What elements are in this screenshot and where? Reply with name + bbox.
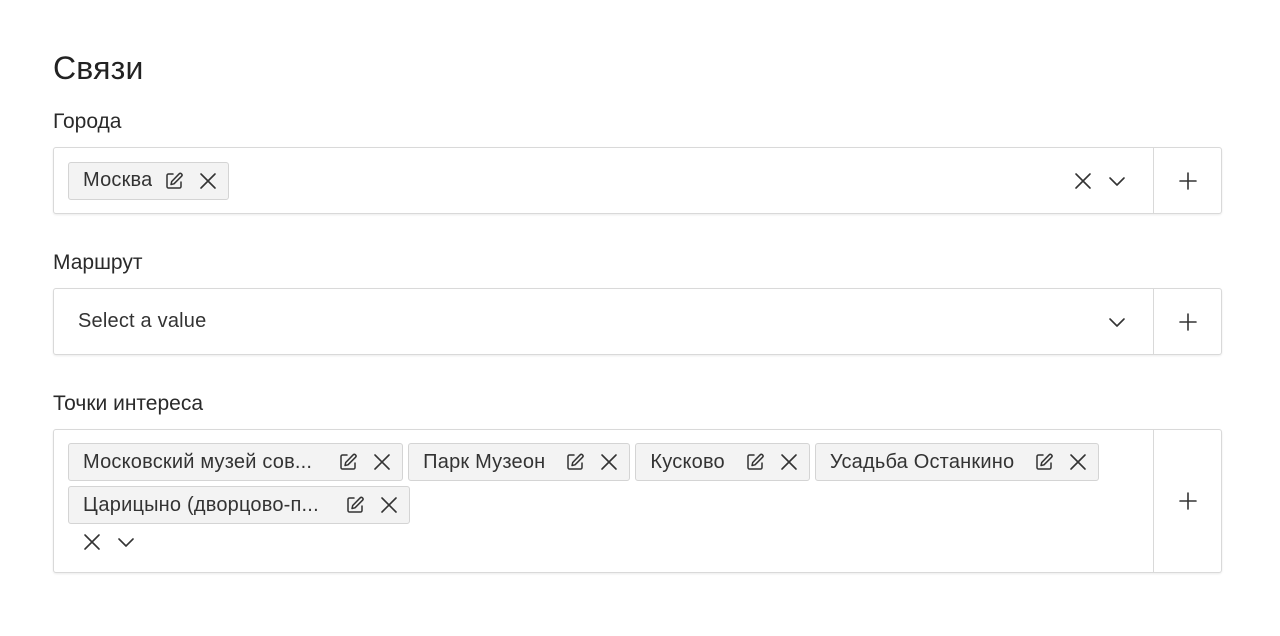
plus-icon — [1178, 492, 1197, 510]
chip-label: Усадьба Останкино — [829, 450, 1015, 473]
add-route-button[interactable] — [1153, 289, 1221, 354]
close-icon[interactable] — [196, 169, 220, 193]
poi-chip: Московский музей сов... — [68, 443, 404, 481]
route-select-main[interactable]: Select a value — [54, 289, 1153, 354]
cities-controls — [1071, 169, 1129, 193]
poi-select-main[interactable]: Московский музей сов... Парк Музеон Куск — [54, 430, 1153, 572]
poi-chip: Царицыно (дворцово-п... — [68, 486, 410, 524]
city-chip: Москва — [68, 161, 230, 200]
cities-chips: Москва — [54, 161, 230, 200]
route-controls — [1105, 310, 1129, 334]
cities-select[interactable]: Москва — [53, 147, 1222, 214]
route-label: Маршрут — [53, 251, 143, 274]
edit-icon[interactable] — [162, 169, 186, 193]
chip-label: Парк Музеон — [423, 450, 546, 473]
chevron-down-icon[interactable] — [114, 530, 138, 554]
close-icon[interactable] — [80, 530, 104, 554]
poi-select[interactable]: Московский музей сов... Парк Музеон Куск — [53, 429, 1222, 573]
edit-icon[interactable] — [1032, 450, 1056, 474]
chip-label: Московский музей сов... — [83, 450, 313, 473]
chip-label: Кусково — [650, 450, 725, 473]
chevron-down-icon[interactable] — [1105, 310, 1129, 334]
route-select[interactable]: Select a value — [53, 288, 1222, 355]
page-title: Связи — [53, 50, 144, 86]
close-icon[interactable] — [1066, 450, 1090, 474]
cities-select-main[interactable]: Москва — [54, 148, 1153, 213]
edit-icon[interactable] — [743, 450, 767, 474]
plus-icon — [1178, 312, 1197, 331]
plus-icon — [1178, 171, 1197, 190]
poi-chip: Парк Музеон — [408, 443, 631, 481]
poi-chip: Усадьба Останкино — [814, 443, 1100, 481]
close-icon[interactable] — [597, 450, 621, 474]
poi-chip: Кусково — [635, 443, 810, 481]
edit-icon[interactable] — [336, 450, 360, 474]
close-icon[interactable] — [377, 493, 401, 517]
add-city-button[interactable] — [1153, 148, 1221, 213]
poi-label: Точки интереса — [53, 392, 204, 415]
chip-label: Москва — [83, 169, 153, 191]
close-icon[interactable] — [1071, 169, 1095, 193]
route-placeholder: Select a value — [78, 310, 207, 332]
chevron-down-icon[interactable] — [1105, 169, 1129, 193]
close-icon[interactable] — [777, 450, 801, 474]
add-poi-button[interactable] — [1153, 430, 1221, 572]
poi-controls — [54, 530, 1153, 554]
edit-icon[interactable] — [343, 493, 367, 517]
cities-label: Города — [53, 110, 122, 133]
chip-label: Царицыно (дворцово-п... — [83, 493, 319, 516]
close-icon[interactable] — [370, 450, 394, 474]
poi-chips: Московский музей сов... Парк Музеон Куск — [54, 443, 1153, 524]
edit-icon[interactable] — [563, 450, 587, 474]
